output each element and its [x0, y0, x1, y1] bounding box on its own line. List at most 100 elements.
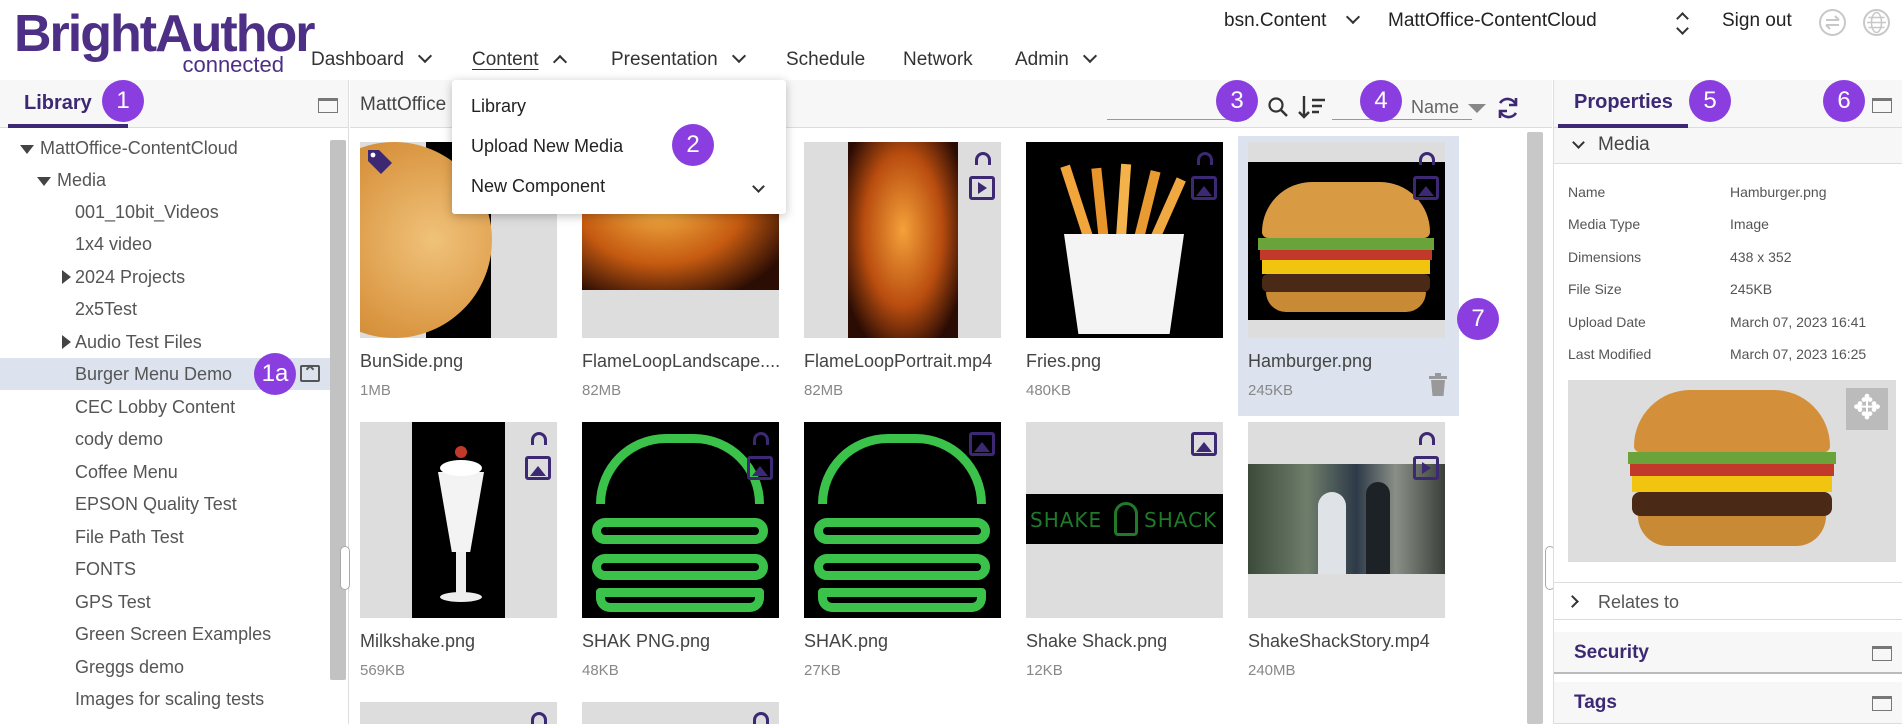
tree-scrollbar[interactable]: [330, 140, 346, 680]
refresh-icon[interactable]: [1495, 95, 1521, 121]
menu-item-library[interactable]: Library: [471, 96, 526, 117]
tree-item-label: 1x4 video: [75, 234, 153, 254]
tree-item[interactable]: GPS Test: [0, 586, 330, 618]
tab-library[interactable]: Library: [24, 92, 92, 115]
chevron-up-icon: [552, 54, 567, 70]
nav-content[interactable]: Content: [472, 48, 567, 76]
media-size: 82MB: [582, 382, 622, 399]
panel-window-icon[interactable]: [1872, 98, 1892, 113]
sort-order-icon[interactable]: [1298, 94, 1326, 120]
network-selector[interactable]: MattOffice-ContentCloud: [1388, 10, 1597, 36]
chevron-down-icon: [417, 48, 433, 64]
move-icon[interactable]: ✥: [1846, 388, 1888, 430]
tree-item[interactable]: File Path Test: [0, 521, 330, 553]
tree-item[interactable]: Green Screen Examples: [0, 618, 330, 650]
tree-item-root[interactable]: MattOffice-ContentCloud: [0, 132, 330, 164]
panel-window-icon[interactable]: [1872, 696, 1892, 711]
trash-icon[interactable]: [1428, 373, 1448, 397]
media-size: 245KB: [1248, 382, 1294, 399]
tree-item-label: GPS Test: [75, 592, 151, 612]
tree-item-selected[interactable]: Burger Menu Demo 1a: [0, 353, 330, 395]
expand-down-icon[interactable]: [20, 145, 34, 154]
lock-icon: [1419, 152, 1435, 165]
property-row: Name Hamburger.png: [1568, 176, 1898, 208]
media-tile[interactable]: Milkshake.png 569KB: [350, 416, 557, 696]
callout-badge: 2: [672, 124, 714, 166]
globe-icon[interactable]: [1863, 9, 1890, 36]
folder-tree: MattOffice-ContentCloud Media 001_10bit_…: [0, 132, 330, 724]
section-title: Relates to: [1598, 592, 1680, 612]
tree-item-media[interactable]: Media: [0, 164, 330, 196]
switch-icon[interactable]: [1819, 9, 1846, 36]
callout-badge: 7: [1457, 298, 1499, 340]
media-tile[interactable]: SHAK PNG.png 48KB: [572, 416, 779, 696]
tree-item[interactable]: 2x5Test: [0, 293, 330, 325]
media-name: Fries.png: [1026, 351, 1102, 371]
panel-window-icon[interactable]: [318, 98, 338, 113]
nav-schedule[interactable]: Schedule: [786, 48, 865, 76]
grid-scrollbar[interactable]: [1527, 132, 1543, 724]
property-value: March 07, 2023 16:25: [1730, 346, 1867, 362]
security-section[interactable]: Security: [1554, 632, 1902, 674]
account-selector[interactable]: bsn.Content: [1224, 9, 1361, 36]
tree-item[interactable]: CEC Lobby Content: [0, 391, 330, 423]
panel-resize-handle[interactable]: [340, 546, 350, 590]
media-thumbnail-partial[interactable]: [360, 702, 557, 724]
panel-window-icon[interactable]: [1872, 646, 1892, 661]
media-tile[interactable]: FlameLoopPortrait.mp4 82MB: [794, 136, 1001, 416]
chevron-down-icon[interactable]: [752, 180, 765, 193]
tree-item[interactable]: FONTS: [0, 553, 330, 585]
menu-item-upload-new-media[interactable]: Upload New Media: [471, 136, 623, 157]
media-thumbnail: [582, 422, 779, 618]
tags-section[interactable]: Tags: [1554, 682, 1902, 724]
tree-item[interactable]: EPSON Quality Test: [0, 488, 330, 520]
tree-item-label: 2x5Test: [75, 299, 138, 319]
property-row: Last Modified March 07, 2023 16:25: [1568, 338, 1898, 370]
tree-item[interactable]: Images for scaling tests: [0, 683, 330, 715]
menu-item-new-component[interactable]: New Component: [471, 176, 605, 197]
brightauthor-logo[interactable]: BrightAuthor connected: [14, 4, 315, 76]
properties-panel-header: Properties 5 6: [1554, 80, 1902, 128]
search-icon[interactable]: [1267, 96, 1289, 118]
media-thumbnail-partial[interactable]: [582, 702, 779, 724]
media-tile[interactable]: Fries.png 480KB: [1016, 136, 1223, 416]
media-tile[interactable]: SHAKE SHACK Shake Shack.png 12KB: [1016, 416, 1223, 696]
lock-icon: [531, 712, 547, 724]
media-tile-selected[interactable]: Hamburger.png 245KB: [1238, 136, 1459, 416]
media-name: ShakeShackStory.mp4: [1248, 631, 1430, 651]
nav-admin[interactable]: Admin: [1015, 48, 1097, 76]
callout-badge: 5: [1689, 80, 1731, 122]
tree-item[interactable]: Coffee Menu: [0, 456, 330, 488]
tree-item[interactable]: 1x4 video: [0, 228, 330, 260]
tree-item[interactable]: cody demo: [0, 423, 330, 455]
tree-item[interactable]: 001_10bit_Videos: [0, 196, 330, 228]
callout-badge: 1: [102, 80, 144, 122]
media-section-header[interactable]: Media: [1554, 128, 1902, 164]
library-panel: Library 1 MattOffice-ContentCloud Media …: [0, 80, 350, 724]
expand-right-icon[interactable]: [62, 335, 71, 349]
nav-network[interactable]: Network: [903, 48, 973, 76]
media-size: 240MB: [1248, 662, 1296, 679]
dropdown-arrow-icon[interactable]: [1468, 104, 1486, 113]
updown-icon[interactable]: [1676, 10, 1688, 36]
media-name: SHAK.png: [804, 631, 889, 651]
nav-dashboard[interactable]: Dashboard: [311, 48, 433, 76]
image-icon: [1191, 432, 1217, 456]
upload-folder-icon[interactable]: [300, 364, 320, 382]
tree-item-label: Images for scaling tests: [75, 689, 265, 709]
expand-right-icon[interactable]: [62, 270, 71, 284]
nav-label: Schedule: [786, 49, 866, 70]
tree-item[interactable]: Greggs demo: [0, 651, 330, 683]
sort-select[interactable]: Name: [1411, 97, 1459, 118]
nav-presentation[interactable]: Presentation: [611, 48, 746, 76]
tab-properties[interactable]: Properties: [1574, 91, 1673, 114]
tree-item[interactable]: 2024 Projects: [0, 261, 330, 293]
sign-out-link[interactable]: Sign out: [1722, 10, 1792, 36]
relates-to-section[interactable]: Relates to: [1554, 582, 1902, 620]
image-icon: [969, 432, 995, 456]
expand-down-icon[interactable]: [37, 177, 51, 186]
media-tile[interactable]: ShakeShackStory.mp4 240MB: [1238, 416, 1445, 696]
section-title: Tags: [1574, 692, 1617, 713]
media-tile[interactable]: SHAK.png 27KB: [794, 416, 1001, 696]
media-size: 480KB: [1026, 382, 1072, 399]
